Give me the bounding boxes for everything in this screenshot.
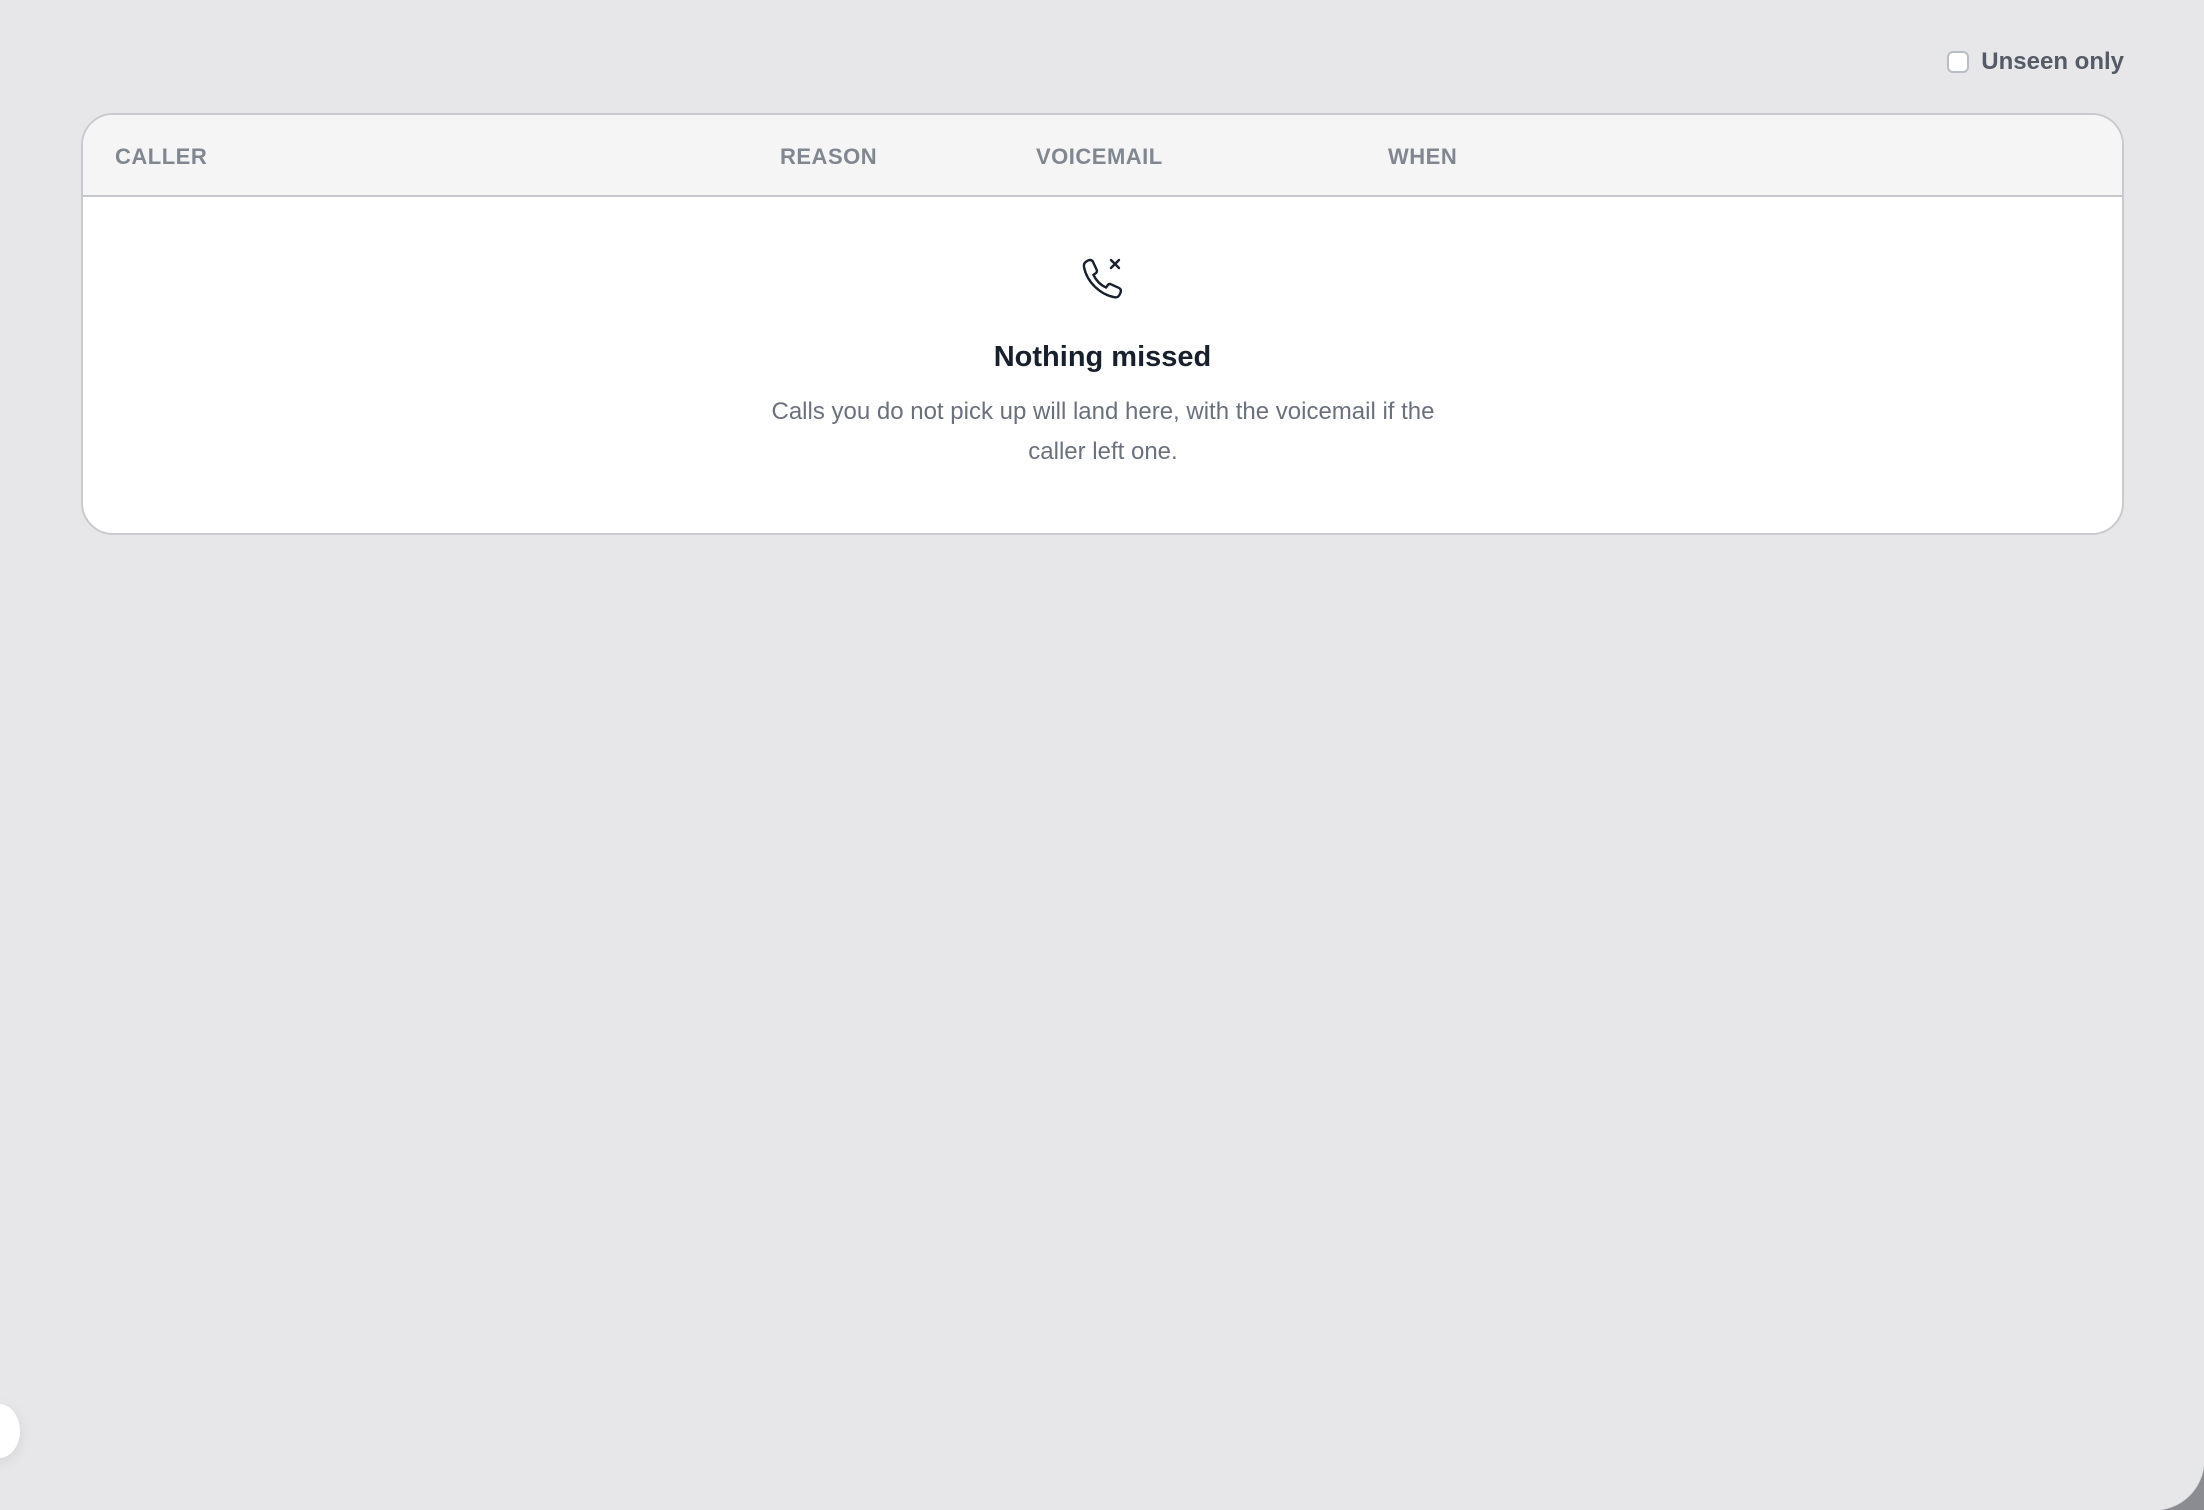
column-header-voicemail[interactable]: VOICEMAIL: [1036, 144, 1163, 170]
column-header-caller[interactable]: CALLER: [115, 144, 207, 170]
floating-edge-handle[interactable]: [0, 1404, 20, 1458]
unseen-only-label[interactable]: Unseen only: [1981, 48, 2124, 76]
empty-state-title: Nothing missed: [993, 341, 1212, 373]
empty-state-description: Calls you do not pick up will land here,…: [771, 398, 1435, 465]
missed-calls-table: CALLER REASON VOICEMAIL WHEN Nothing mis…: [81, 113, 2124, 535]
phone-missed-icon: [1082, 258, 1123, 299]
unseen-only-checkbox[interactable]: [1947, 51, 1970, 73]
window-corner: [2154, 1460, 2204, 1510]
column-header-when[interactable]: WHEN: [1388, 144, 1457, 170]
table-header: CALLER REASON VOICEMAIL WHEN: [83, 115, 2122, 197]
filter-bar: Unseen only: [1947, 48, 2124, 76]
empty-state: Nothing missed Calls you do not pick up …: [83, 197, 2122, 533]
column-header-reason[interactable]: REASON: [780, 144, 877, 170]
